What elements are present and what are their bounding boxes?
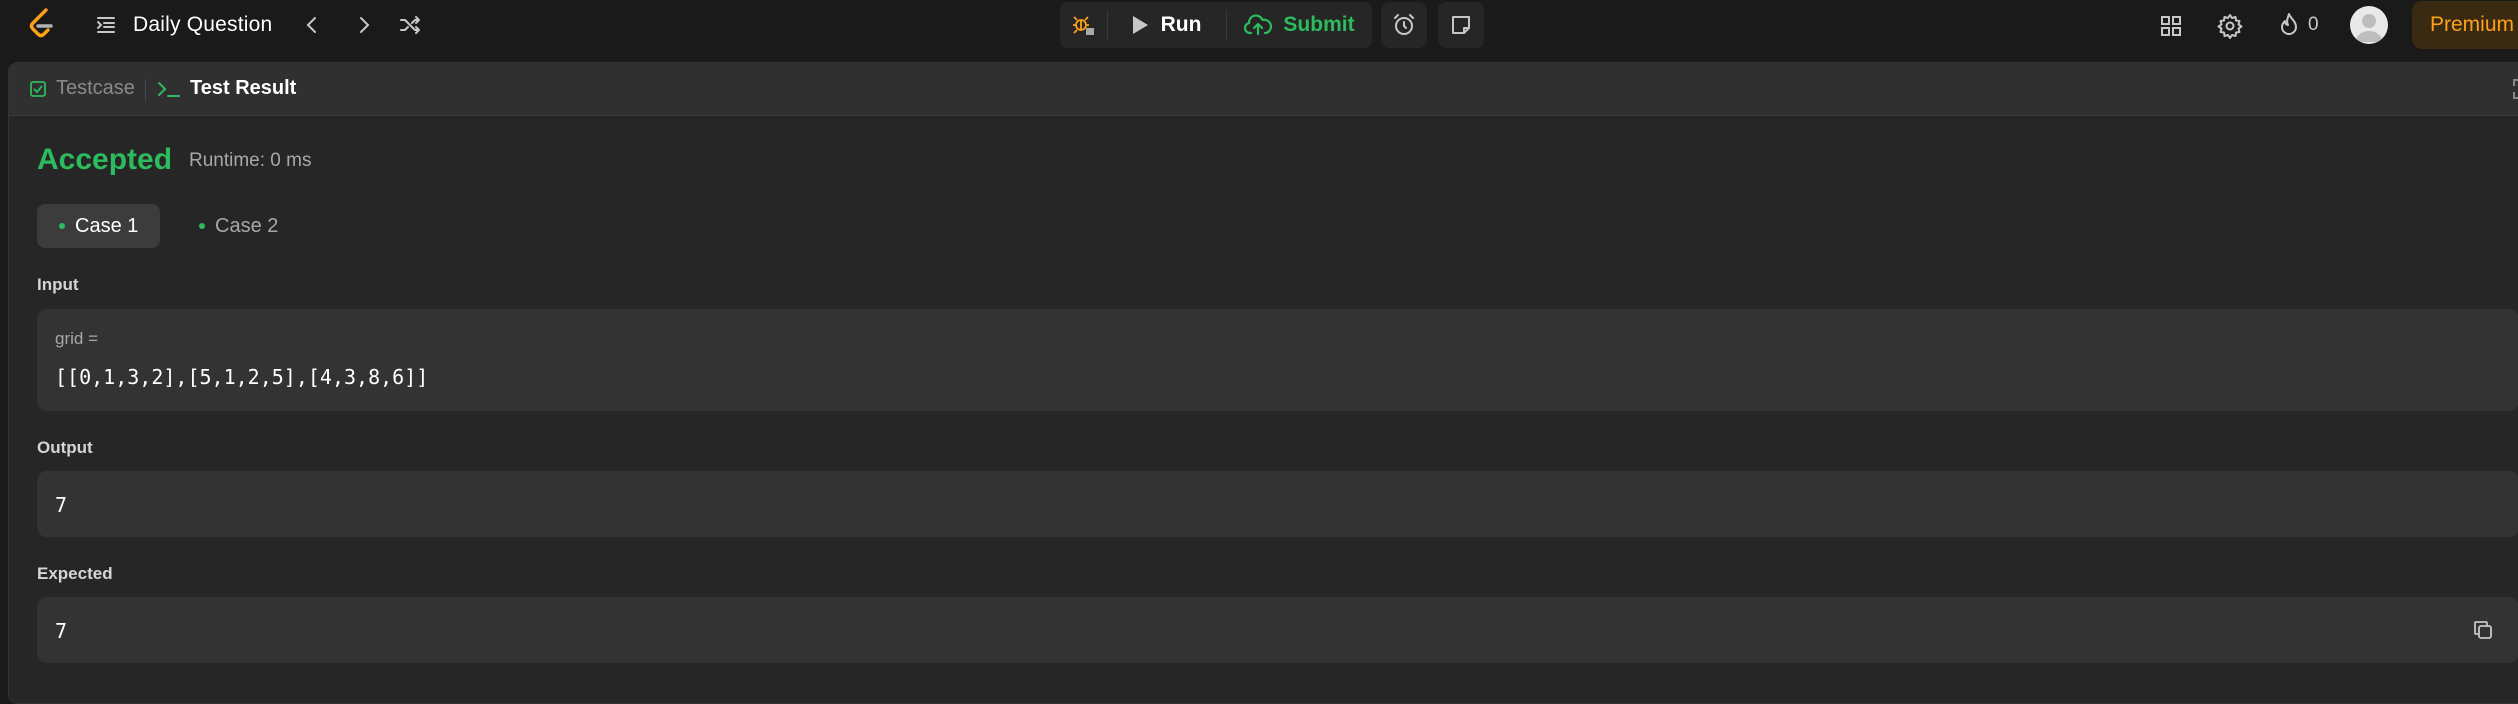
- copy-icon[interactable]: [2471, 618, 2495, 642]
- output-box: 7: [37, 471, 2518, 537]
- layout-grid-icon[interactable]: [2156, 11, 2186, 41]
- fire-icon: [2281, 13, 2297, 35]
- panel-tab-bar: Testcase Test Result: [9, 63, 2518, 116]
- tab-test-result-label: Test Result: [190, 77, 297, 99]
- case-1-label: Case 1: [75, 214, 139, 237]
- expected-box: 7: [37, 597, 2518, 663]
- submit-button[interactable]: Submit: [1228, 2, 1370, 48]
- play-icon: [1132, 16, 1148, 34]
- premium-button[interactable]: Premium: [2412, 1, 2518, 49]
- expected-label: Expected: [37, 564, 113, 583]
- output-value: 7: [55, 493, 68, 517]
- submit-label: Submit: [1283, 13, 1355, 36]
- input-box: grid = [[0,1,3,2],[5,1,2,5],[4,3,8,6]]: [37, 309, 2518, 411]
- top-nav-bar: Daily Question Run Submit 0 Premium: [0, 0, 2518, 50]
- run-label: Run: [1160, 13, 1202, 36]
- divider: [1226, 10, 1227, 40]
- input-value: [[0,1,3,2],[5,1,2,5],[4,3,8,6]]: [55, 365, 429, 389]
- expand-panel-icon[interactable]: [2511, 77, 2518, 101]
- terminal-icon: [158, 81, 180, 97]
- checkbox-icon: [30, 80, 46, 97]
- shuffle-icon[interactable]: [396, 11, 424, 39]
- note-icon[interactable]: [1447, 11, 1475, 39]
- divider: [145, 79, 146, 101]
- prev-question-icon[interactable]: [298, 11, 326, 39]
- expected-value: 7: [55, 619, 68, 643]
- run-button[interactable]: Run: [1108, 2, 1224, 48]
- settings-gear-icon[interactable]: [2215, 11, 2245, 41]
- leetcode-logo-icon[interactable]: [24, 6, 60, 42]
- input-label: Input: [37, 275, 79, 294]
- streak-counter[interactable]: 0: [2278, 10, 2319, 40]
- case-2-label: Case 2: [215, 214, 279, 237]
- page-title[interactable]: Daily Question: [133, 13, 272, 37]
- next-question-icon[interactable]: [350, 11, 378, 39]
- runtime-text: Runtime: 0 ms: [189, 150, 312, 171]
- case-2-button[interactable]: Case 2: [177, 204, 300, 248]
- pass-dot-icon: [199, 223, 205, 229]
- alarm-clock-icon[interactable]: [1390, 11, 1418, 39]
- problem-list-icon[interactable]: [92, 11, 120, 39]
- debugger-icon[interactable]: [1070, 12, 1098, 40]
- output-label: Output: [37, 438, 93, 457]
- pass-dot-icon: [59, 223, 65, 229]
- user-avatar[interactable]: [2350, 6, 2388, 44]
- tab-testcase[interactable]: Testcase: [29, 77, 135, 100]
- streak-count: 0: [2308, 14, 2319, 35]
- cloud-upload-icon: [1244, 14, 1273, 36]
- tab-test-result[interactable]: Test Result: [157, 77, 296, 100]
- result-status: Accepted: [37, 143, 173, 176]
- tab-testcase-label: Testcase: [56, 77, 135, 99]
- case-1-button[interactable]: Case 1: [37, 204, 161, 248]
- test-result-panel: Testcase Test Result Accepted Runtime: 0…: [8, 62, 2518, 704]
- input-variable-name: grid =: [55, 329, 98, 348]
